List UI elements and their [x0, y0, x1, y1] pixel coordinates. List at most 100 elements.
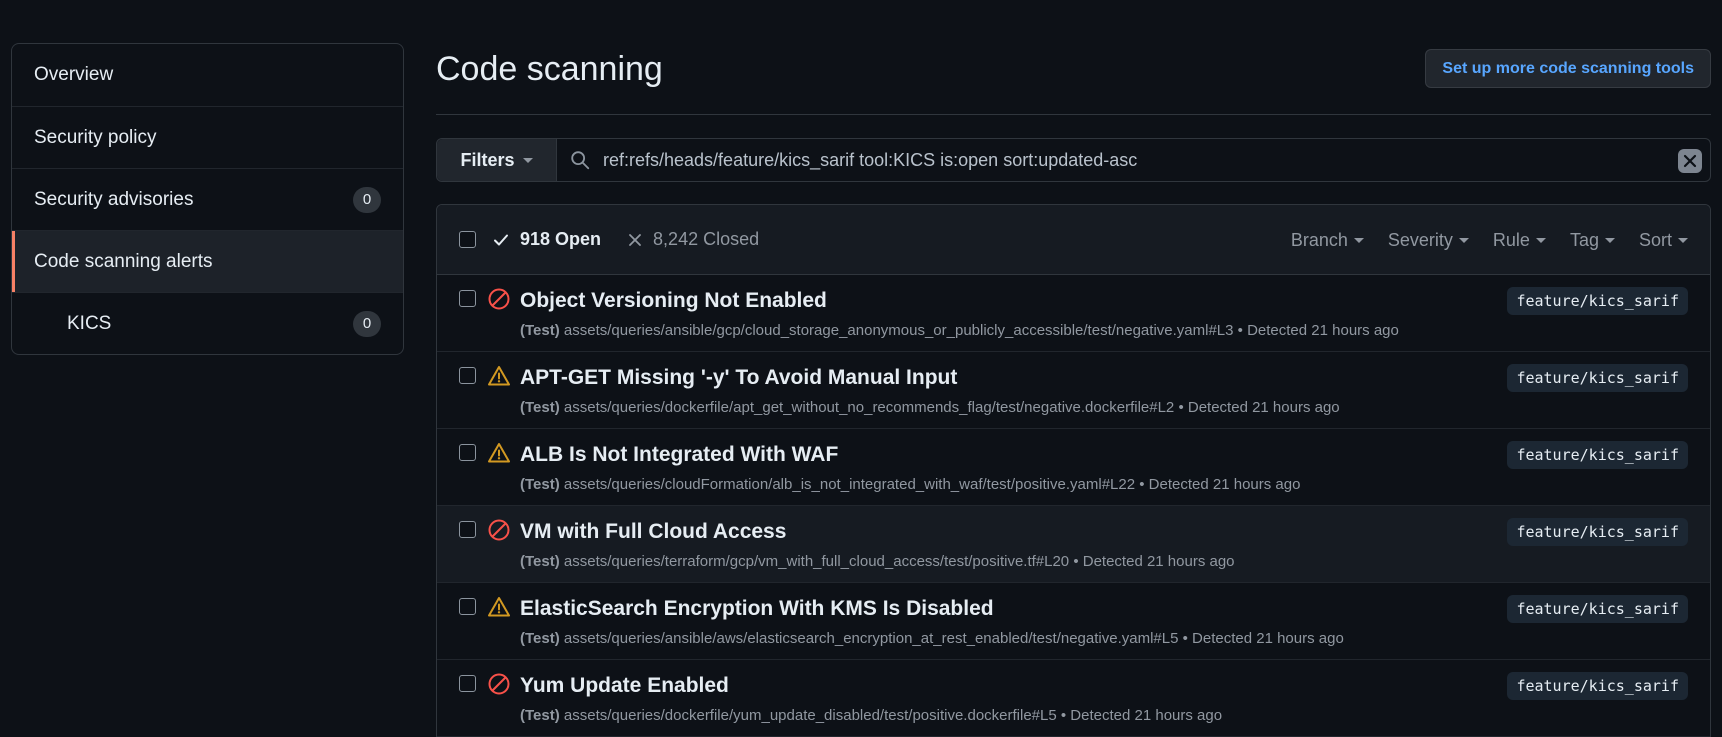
main-content: Code scanning Set up more code scanning … [436, 0, 1711, 737]
alert-path: assets/queries/terraform/gcp/vm_with_ful… [563, 553, 1070, 570]
rule-filter-dropdown[interactable]: Rule [1493, 230, 1546, 251]
alert-title-link[interactable]: Object Versioning Not Enabled [520, 289, 827, 313]
branch-label: feature/kics_sarif [1507, 441, 1688, 469]
alert-row: Object Versioning Not Enabled (Test) ass… [437, 275, 1710, 352]
filters-dropdown-button[interactable]: Filters [437, 139, 557, 181]
alert-title-link[interactable]: VM with Full Cloud Access [520, 520, 786, 544]
alert-meta: (Test) assets/queries/dockerfile/yum_upd… [520, 707, 1222, 724]
alert-row: ALB Is Not Integrated With WAF (Test) as… [437, 429, 1710, 506]
caret-down-icon [1604, 237, 1615, 243]
branch-label: feature/kics_sarif [1507, 672, 1688, 700]
alert-checkbox[interactable] [459, 444, 476, 461]
alert-checkbox[interactable] [459, 675, 476, 692]
sidebar-item-overview[interactable]: Overview [12, 44, 403, 106]
list-filters: Branch Severity Rule Tag Sort [1291, 205, 1688, 275]
filter-label: Sort [1638, 229, 1672, 250]
filters-label: Filters [460, 149, 515, 170]
alert-meta: (Test) assets/queries/ansible/gcp/cloud_… [520, 322, 1399, 339]
caret-down-icon [1678, 237, 1688, 243]
alert-path: assets/queries/ansible/aws/elasticsearch… [563, 630, 1179, 647]
sidebar-item-security-policy[interactable]: Security policy [12, 106, 403, 168]
alert-path: assets/queries/ansible/gcp/cloud_storage… [563, 322, 1234, 339]
sidebar-item-security-advisories[interactable]: Security advisories 0 [12, 168, 403, 230]
alert-tag: (Test) [520, 707, 560, 724]
alert-tag: (Test) [520, 553, 560, 570]
sidebar-item-kics[interactable]: KICS 0 [12, 292, 403, 354]
caret-down-icon [1353, 237, 1364, 243]
close-icon [1683, 154, 1697, 168]
open-alerts-toggle[interactable]: 918 Open [492, 229, 601, 250]
alert-detected: • Detected 21 hours ago [1073, 553, 1235, 570]
error-icon [488, 288, 510, 310]
count-badge: 0 [353, 186, 381, 213]
alert-tag: (Test) [520, 322, 560, 339]
sidebar-item-label: KICS [67, 312, 112, 334]
branch-label: feature/kics_sarif [1507, 518, 1688, 546]
error-icon [488, 519, 510, 541]
x-icon [629, 233, 641, 246]
alert-checkbox[interactable] [459, 367, 476, 384]
clear-search-button[interactable] [1678, 149, 1702, 173]
caret-down-icon [522, 157, 533, 163]
filter-bar: Filters ref:refs/heads/feature/kics_sari… [436, 138, 1711, 182]
alert-meta: (Test) assets/queries/cloudFormation/alb… [520, 476, 1300, 493]
alerts-list: 918 Open 8,242 Closed Branch Severity Ru… [436, 204, 1711, 737]
alert-row: VM with Full Cloud Access (Test) assets/… [437, 506, 1710, 583]
search-query-text: ref:refs/heads/feature/kics_sarif tool:K… [603, 149, 1138, 170]
alert-tag: (Test) [520, 476, 560, 493]
count-badge: 0 [353, 310, 381, 337]
search-icon [571, 151, 590, 170]
page-header: Code scanning Set up more code scanning … [436, 0, 1711, 115]
filter-label: Severity [1387, 229, 1453, 250]
alert-meta: (Test) assets/queries/terraform/gcp/vm_w… [520, 553, 1235, 570]
tag-filter-dropdown[interactable]: Tag [1570, 230, 1615, 251]
caret-down-icon [1458, 237, 1469, 243]
alert-detected: • Detected 21 hours ago [1237, 322, 1399, 339]
branch-filter-dropdown[interactable]: Branch [1291, 230, 1364, 251]
alert-row: APT-GET Missing '-y' To Avoid Manual Inp… [437, 352, 1710, 429]
alert-tag: (Test) [520, 630, 560, 647]
alert-path: assets/queries/dockerfile/yum_update_dis… [563, 707, 1057, 724]
alert-title-link[interactable]: ALB Is Not Integrated With WAF [520, 443, 838, 467]
alert-tag: (Test) [520, 399, 560, 416]
page-title: Code scanning [436, 50, 663, 88]
alert-detected: • Detected 21 hours ago [1178, 399, 1340, 416]
severity-filter-dropdown[interactable]: Severity [1388, 230, 1469, 251]
warning-icon [488, 443, 510, 463]
caret-down-icon [1535, 237, 1546, 243]
alert-meta: (Test) assets/queries/dockerfile/apt_get… [520, 399, 1340, 416]
select-all-checkbox[interactable] [459, 231, 476, 248]
sidebar-item-label: Overview [34, 64, 114, 85]
branch-label: feature/kics_sarif [1507, 287, 1688, 315]
open-count: 918 Open [520, 229, 602, 249]
warning-icon [488, 366, 510, 386]
sidebar-item-label: Security policy [34, 126, 157, 148]
alert-path: assets/queries/dockerfile/apt_get_withou… [563, 399, 1175, 416]
sidebar-item-code-scanning-alerts[interactable]: Code scanning alerts [12, 230, 403, 292]
security-sidebar: Overview Security policy Security adviso… [11, 43, 404, 355]
alert-title-link[interactable]: APT-GET Missing '-y' To Avoid Manual Inp… [520, 366, 957, 390]
alert-detected: • Detected 21 hours ago [1139, 476, 1301, 493]
closed-alerts-toggle[interactable]: 8,242 Closed [627, 229, 759, 250]
alerts-list-header: 918 Open 8,242 Closed Branch Severity Ru… [437, 205, 1710, 275]
alert-title-link[interactable]: Yum Update Enabled [520, 674, 729, 698]
alert-checkbox[interactable] [459, 521, 476, 538]
alert-row: ElasticSearch Encryption With KMS Is Dis… [437, 583, 1710, 660]
filter-label: Tag [1569, 229, 1599, 250]
filter-label: Rule [1492, 229, 1530, 250]
alert-checkbox[interactable] [459, 598, 476, 615]
alert-path: assets/queries/cloudFormation/alb_is_not… [563, 476, 1136, 493]
warning-icon [488, 597, 510, 617]
branch-label: feature/kics_sarif [1507, 364, 1688, 392]
alert-meta: (Test) assets/queries/ansible/aws/elasti… [520, 630, 1344, 647]
closed-count: 8,242 Closed [653, 229, 760, 249]
sidebar-item-label: Code scanning alerts [34, 250, 213, 272]
check-icon [494, 234, 508, 245]
alert-checkbox[interactable] [459, 290, 476, 307]
alert-title-link[interactable]: ElasticSearch Encryption With KMS Is Dis… [520, 597, 994, 621]
branch-label: feature/kics_sarif [1507, 595, 1688, 623]
search-input[interactable]: ref:refs/heads/feature/kics_sarif tool:K… [557, 139, 1710, 181]
alert-detected: • Detected 21 hours ago [1060, 707, 1223, 724]
setup-scanning-tools-button[interactable]: Set up more code scanning tools [1425, 49, 1711, 88]
sort-dropdown[interactable]: Sort [1639, 230, 1688, 251]
